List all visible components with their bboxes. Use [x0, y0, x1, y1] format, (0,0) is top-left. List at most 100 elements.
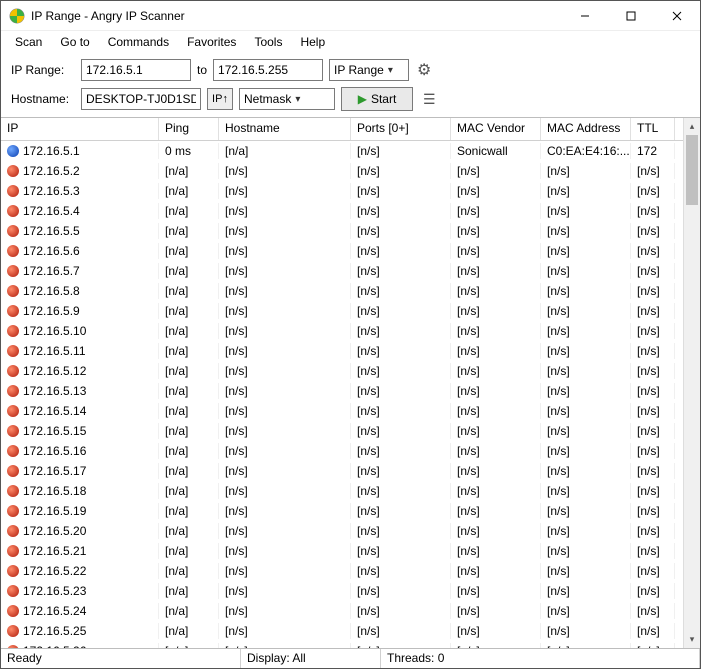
to-label: to: [197, 63, 207, 77]
table-row[interactable]: 172.16.5.16[n/a][n/s][n/s][n/s][n/s][n/s…: [1, 441, 683, 461]
cell-ping: [n/a]: [159, 523, 219, 539]
menubar: Scan Go to Commands Favorites Tools Help: [1, 31, 700, 53]
table-row[interactable]: 172.16.5.14[n/a][n/s][n/s][n/s][n/s][n/s…: [1, 401, 683, 421]
table-row[interactable]: 172.16.5.20[n/a][n/s][n/s][n/s][n/s][n/s…: [1, 521, 683, 541]
cell-ports: [n/s]: [351, 343, 451, 359]
cell-ping: [n/a]: [159, 203, 219, 219]
col-ping[interactable]: Ping: [159, 118, 219, 140]
table-row[interactable]: 172.16.5.24[n/a][n/s][n/s][n/s][n/s][n/s…: [1, 601, 683, 621]
cell-ping: [n/a]: [159, 363, 219, 379]
table-row[interactable]: 172.16.5.18[n/a][n/s][n/s][n/s][n/s][n/s…: [1, 481, 683, 501]
cell-vendor: [n/s]: [451, 583, 541, 599]
cell-hostname: [n/s]: [219, 163, 351, 179]
scroll-up-icon[interactable]: ▴: [684, 118, 700, 135]
table-row[interactable]: 172.16.5.11[n/a][n/s][n/s][n/s][n/s][n/s…: [1, 341, 683, 361]
ip-up-button[interactable]: IP↑: [207, 88, 233, 110]
table-row[interactable]: 172.16.5.15[n/a][n/s][n/s][n/s][n/s][n/s…: [1, 421, 683, 441]
table-row[interactable]: 172.16.5.17[n/a][n/s][n/s][n/s][n/s][n/s…: [1, 461, 683, 481]
cell-hostname: [n/s]: [219, 363, 351, 379]
table-row[interactable]: 172.16.5.3[n/a][n/s][n/s][n/s][n/s][n/s]: [1, 181, 683, 201]
table-row[interactable]: 172.16.5.10[n/a][n/s][n/s][n/s][n/s][n/s…: [1, 321, 683, 341]
table-row[interactable]: 172.16.5.21[n/a][n/s][n/s][n/s][n/s][n/s…: [1, 541, 683, 561]
maximize-button[interactable]: [608, 1, 654, 31]
menu-help[interactable]: Help: [292, 33, 333, 51]
cell-hostname: [n/s]: [219, 223, 351, 239]
vertical-scrollbar[interactable]: ▴ ▾: [683, 118, 700, 648]
close-button[interactable]: [654, 1, 700, 31]
ip-to-input[interactable]: [213, 59, 323, 81]
col-hostname[interactable]: Hostname: [219, 118, 351, 140]
cell-vendor: [n/s]: [451, 523, 541, 539]
cell-ttl: [n/s]: [631, 363, 675, 379]
table-row[interactable]: 172.16.5.7[n/a][n/s][n/s][n/s][n/s][n/s]: [1, 261, 683, 281]
status-dot-icon: [7, 585, 19, 597]
table-row[interactable]: 172.16.5.9[n/a][n/s][n/s][n/s][n/s][n/s]: [1, 301, 683, 321]
table-row[interactable]: 172.16.5.13[n/a][n/s][n/s][n/s][n/s][n/s…: [1, 381, 683, 401]
start-button[interactable]: ▶ Start: [341, 87, 413, 111]
ip-range-combo-label: IP Range: [334, 63, 384, 77]
cell-vendor: [n/s]: [451, 403, 541, 419]
menu-favorites[interactable]: Favorites: [179, 33, 244, 51]
window-title: IP Range - Angry IP Scanner: [31, 9, 185, 23]
table-row[interactable]: 172.16.5.2[n/a][n/s][n/s][n/s][n/s][n/s]: [1, 161, 683, 181]
scroll-track[interactable]: [684, 135, 700, 631]
ip-from-input[interactable]: [81, 59, 191, 81]
table-row[interactable]: 172.16.5.19[n/a][n/s][n/s][n/s][n/s][n/s…: [1, 501, 683, 521]
status-dot-icon: [7, 465, 19, 477]
table-row[interactable]: 172.16.5.4[n/a][n/s][n/s][n/s][n/s][n/s]: [1, 201, 683, 221]
table-row[interactable]: 172.16.5.6[n/a][n/s][n/s][n/s][n/s][n/s]: [1, 241, 683, 261]
cell-hostname: [n/s]: [219, 443, 351, 459]
col-vendor[interactable]: MAC Vendor: [451, 118, 541, 140]
cell-mac: [n/s]: [541, 623, 631, 639]
table-row[interactable]: 172.16.5.5[n/a][n/s][n/s][n/s][n/s][n/s]: [1, 221, 683, 241]
cell-ttl: [n/s]: [631, 503, 675, 519]
statusbar: Ready Display: All Threads: 0: [1, 648, 700, 668]
minimize-button[interactable]: [562, 1, 608, 31]
table-row[interactable]: 172.16.5.10 ms[n/a][n/s]SonicwallC0:EA:E…: [1, 141, 683, 161]
ip-range-combo[interactable]: IP Range ▾: [329, 59, 409, 81]
cell-ping: [n/a]: [159, 383, 219, 399]
cell-ports: [n/s]: [351, 443, 451, 459]
scroll-down-icon[interactable]: ▾: [684, 631, 700, 648]
table-row[interactable]: 172.16.5.26[n/a][n/s][n/s][n/s][n/s][n/s…: [1, 641, 683, 648]
cell-mac: [n/s]: [541, 383, 631, 399]
menu-commands[interactable]: Commands: [100, 33, 177, 51]
gear-icon[interactable]: ⚙: [415, 60, 433, 80]
cell-ports: [n/s]: [351, 303, 451, 319]
results-table: IP Ping Hostname Ports [0+] MAC Vendor M…: [1, 117, 700, 648]
col-mac[interactable]: MAC Address: [541, 118, 631, 140]
cell-ports: [n/s]: [351, 383, 451, 399]
table-row[interactable]: 172.16.5.8[n/a][n/s][n/s][n/s][n/s][n/s]: [1, 281, 683, 301]
table-row[interactable]: 172.16.5.23[n/a][n/s][n/s][n/s][n/s][n/s…: [1, 581, 683, 601]
table-row[interactable]: 172.16.5.12[n/a][n/s][n/s][n/s][n/s][n/s…: [1, 361, 683, 381]
cell-ip: 172.16.5.5: [23, 224, 80, 238]
menu-tools[interactable]: Tools: [246, 33, 290, 51]
cell-vendor: [n/s]: [451, 323, 541, 339]
status-dot-icon: [7, 385, 19, 397]
cell-ports: [n/s]: [351, 263, 451, 279]
table-row[interactable]: 172.16.5.22[n/a][n/s][n/s][n/s][n/s][n/s…: [1, 561, 683, 581]
hostname-input[interactable]: [81, 88, 201, 110]
col-ip[interactable]: IP: [1, 118, 159, 140]
cell-hostname: [n/s]: [219, 183, 351, 199]
scroll-thumb[interactable]: [686, 135, 698, 205]
cell-ports: [n/s]: [351, 563, 451, 579]
cell-ttl: [n/s]: [631, 263, 675, 279]
status-ready: Ready: [1, 649, 241, 668]
cell-hostname: [n/s]: [219, 623, 351, 639]
cell-vendor: [n/s]: [451, 443, 541, 459]
cell-vendor: [n/s]: [451, 223, 541, 239]
col-ttl[interactable]: TTL: [631, 118, 675, 140]
netmask-combo[interactable]: Netmask ▾: [239, 88, 335, 110]
table-row[interactable]: 172.16.5.25[n/a][n/s][n/s][n/s][n/s][n/s…: [1, 621, 683, 641]
cell-hostname: [n/s]: [219, 303, 351, 319]
cell-ttl: [n/s]: [631, 603, 675, 619]
menu-goto[interactable]: Go to: [52, 33, 97, 51]
cell-ttl: [n/s]: [631, 223, 675, 239]
menu-scan[interactable]: Scan: [7, 33, 50, 51]
fetchers-icon[interactable]: ☰: [419, 91, 440, 108]
cell-ip: 172.16.5.23: [23, 584, 86, 598]
status-dot-icon: [7, 545, 19, 557]
cell-hostname: [n/s]: [219, 403, 351, 419]
col-ports[interactable]: Ports [0+]: [351, 118, 451, 140]
